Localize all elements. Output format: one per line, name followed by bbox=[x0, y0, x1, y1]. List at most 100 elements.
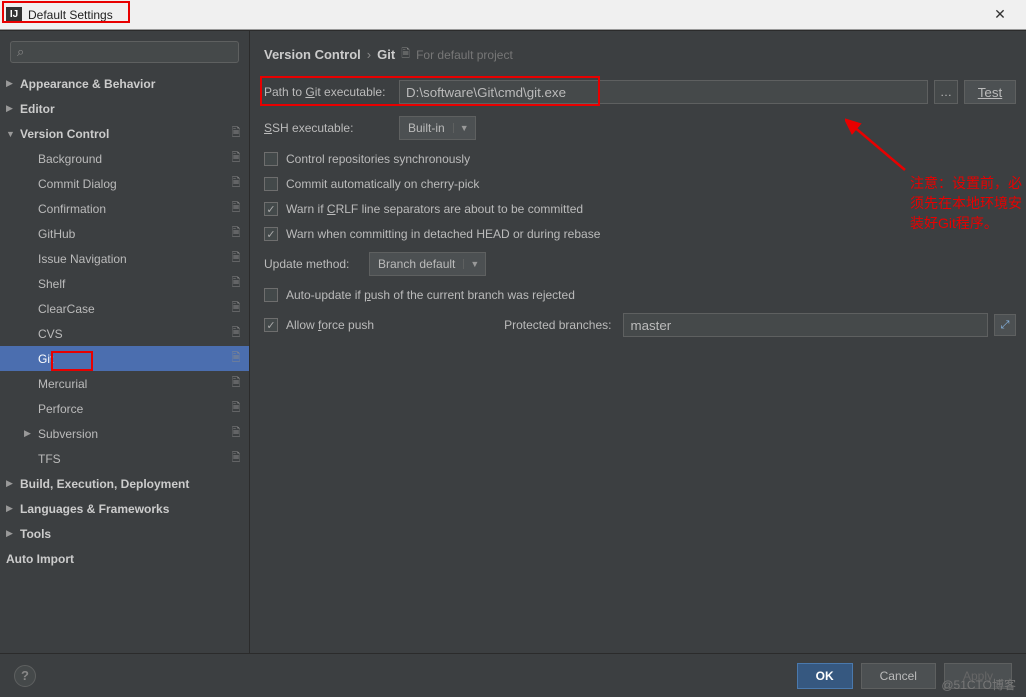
tree-arrow-icon: ▶ bbox=[6, 478, 20, 489]
expand-button[interactable]: ⤢ bbox=[994, 314, 1016, 336]
update-label: Update method: bbox=[264, 257, 369, 271]
test-button[interactable]: Test bbox=[964, 80, 1016, 104]
tree-item-label: Subversion bbox=[38, 427, 229, 441]
search-box[interactable]: ⌕ bbox=[10, 41, 239, 63]
tree-arrow-icon: ▶ bbox=[6, 503, 20, 514]
tree-item-label: Build, Execution, Deployment bbox=[20, 477, 249, 491]
tree-item-auto-import[interactable]: Auto Import bbox=[0, 546, 249, 571]
project-scope-icon: 🗎 bbox=[229, 302, 243, 316]
ok-button[interactable]: OK bbox=[797, 663, 853, 689]
tree-item-mercurial[interactable]: Mercurial🗎 bbox=[0, 371, 249, 396]
project-scope-icon: 🗎 bbox=[229, 252, 243, 266]
search-input[interactable] bbox=[28, 45, 232, 59]
chevron-down-icon: ▼ bbox=[463, 259, 479, 269]
tree-item-confirmation[interactable]: Confirmation🗎 bbox=[0, 196, 249, 221]
project-scope-icon: 🗎 bbox=[229, 227, 243, 241]
search-icon: ⌕ bbox=[17, 44, 24, 60]
tree-item-label: ClearCase bbox=[38, 302, 229, 316]
tree-item-label: Confirmation bbox=[38, 202, 229, 216]
cb-detached-label: Warn when committing in detached HEAD or… bbox=[286, 227, 600, 241]
checkbox-cherry[interactable] bbox=[264, 177, 278, 191]
tree-item-background[interactable]: Background🗎 bbox=[0, 146, 249, 171]
close-icon[interactable]: ✕ bbox=[980, 6, 1020, 23]
tree-item-label: GitHub bbox=[38, 227, 229, 241]
tree-item-label: Editor bbox=[20, 102, 249, 116]
project-scope-icon: 🗎 bbox=[229, 427, 243, 441]
tree-item-languages-frameworks[interactable]: ▶Languages & Frameworks bbox=[0, 496, 249, 521]
checkbox-sync[interactable] bbox=[264, 152, 278, 166]
ssh-dropdown[interactable]: Built-in ▼ bbox=[399, 116, 476, 140]
settings-tree: ▶Appearance & Behavior▶Editor▼Version Co… bbox=[0, 71, 249, 653]
dialog-body: ⌕ ▶Appearance & Behavior▶Editor▼Version … bbox=[0, 30, 1026, 653]
titlebar: IJ Default Settings ✕ bbox=[0, 0, 1026, 30]
browse-button[interactable]: … bbox=[934, 80, 958, 104]
cb-cherry-label: Commit automatically on cherry-pick bbox=[286, 177, 479, 191]
tree-arrow-icon: ▶ bbox=[6, 103, 20, 114]
tree-arrow-icon: ▶ bbox=[24, 428, 38, 439]
tree-item-label: Shelf bbox=[38, 277, 229, 291]
tree-arrow-icon: ▶ bbox=[6, 78, 20, 89]
update-dropdown[interactable]: Branch default ▼ bbox=[369, 252, 486, 276]
chevron-right-icon: › bbox=[367, 47, 371, 62]
cb-autoupdate-row: Auto-update if push of the current branc… bbox=[264, 288, 1016, 302]
tree-item-perforce[interactable]: Perforce🗎 bbox=[0, 396, 249, 421]
breadcrumb-page: Git bbox=[377, 47, 395, 62]
watermark: @51CTO博客 bbox=[941, 676, 1016, 693]
help-button[interactable]: ? bbox=[14, 665, 36, 687]
breadcrumb-scope: For default project bbox=[416, 48, 513, 62]
app-icon: IJ bbox=[6, 7, 22, 23]
tree-item-version-control[interactable]: ▼Version Control🗎 bbox=[0, 121, 249, 146]
checkbox-force[interactable] bbox=[264, 318, 278, 332]
tree-item-github[interactable]: GitHub🗎 bbox=[0, 221, 249, 246]
tree-item-label: Issue Navigation bbox=[38, 252, 229, 266]
tree-item-subversion[interactable]: ▶Subversion🗎 bbox=[0, 421, 249, 446]
tree-item-label: Mercurial bbox=[38, 377, 229, 391]
checkbox-autoupdate[interactable] bbox=[264, 288, 278, 302]
tree-item-tools[interactable]: ▶Tools bbox=[0, 521, 249, 546]
tree-item-build-execution-deployment[interactable]: ▶Build, Execution, Deployment bbox=[0, 471, 249, 496]
tree-item-label: Git bbox=[38, 352, 229, 366]
protected-input[interactable] bbox=[623, 313, 988, 337]
tree-item-issue-navigation[interactable]: Issue Navigation🗎 bbox=[0, 246, 249, 271]
project-scope-icon: 🗎 bbox=[401, 45, 410, 64]
project-scope-icon: 🗎 bbox=[229, 202, 243, 216]
tree-item-clearcase[interactable]: ClearCase🗎 bbox=[0, 296, 249, 321]
tree-item-appearance-behavior[interactable]: ▶Appearance & Behavior bbox=[0, 71, 249, 96]
exe-label: Path to Git executable: bbox=[264, 85, 399, 99]
tree-item-editor[interactable]: ▶Editor bbox=[0, 96, 249, 121]
git-exe-input[interactable] bbox=[399, 80, 928, 104]
cb-sync-label: Control repositories synchronously bbox=[286, 152, 470, 166]
cb-crlf-label: Warn if CRLF line separators are about t… bbox=[286, 202, 583, 216]
checkbox-crlf[interactable] bbox=[264, 202, 278, 216]
cb-detached-row: Warn when committing in detached HEAD or… bbox=[264, 227, 1016, 241]
protected-label: Protected branches: bbox=[504, 318, 611, 332]
cb-sync-row: Control repositories synchronously bbox=[264, 152, 1016, 166]
settings-sidebar: ⌕ ▶Appearance & Behavior▶Editor▼Version … bbox=[0, 31, 250, 653]
update-method-row: Update method: Branch default ▼ bbox=[264, 252, 1016, 276]
project-scope-icon: 🗎 bbox=[229, 177, 243, 191]
checkbox-detached[interactable] bbox=[264, 227, 278, 241]
ssh-value: Built-in bbox=[408, 121, 445, 135]
git-executable-row: Path to Git executable: … Test bbox=[264, 80, 1016, 104]
window-title: Default Settings bbox=[28, 8, 980, 22]
tree-item-label: Perforce bbox=[38, 402, 229, 416]
cb-cherry-row: Commit automatically on cherry-pick bbox=[264, 177, 1016, 191]
tree-item-shelf[interactable]: Shelf🗎 bbox=[0, 271, 249, 296]
dialog-footer: ? OK Cancel Apply bbox=[0, 653, 1026, 697]
tree-item-commit-dialog[interactable]: Commit Dialog🗎 bbox=[0, 171, 249, 196]
tree-item-cvs[interactable]: CVS🗎 bbox=[0, 321, 249, 346]
project-scope-icon: 🗎 bbox=[229, 377, 243, 391]
cb-autoupdate-label: Auto-update if push of the current branc… bbox=[286, 288, 575, 302]
tree-item-git[interactable]: Git🗎 bbox=[0, 346, 249, 371]
tree-item-label: Tools bbox=[20, 527, 249, 541]
tree-arrow-icon: ▼ bbox=[6, 129, 20, 139]
tree-item-tfs[interactable]: TFS🗎 bbox=[0, 446, 249, 471]
tree-item-label: Auto Import bbox=[6, 552, 249, 566]
project-scope-icon: 🗎 bbox=[229, 352, 243, 366]
cancel-button[interactable]: Cancel bbox=[861, 663, 936, 689]
breadcrumb-category: Version Control bbox=[264, 47, 361, 62]
tree-item-label: Background bbox=[38, 152, 229, 166]
tree-item-label: CVS bbox=[38, 327, 229, 341]
project-scope-icon: 🗎 bbox=[229, 277, 243, 291]
project-scope-icon: 🗎 bbox=[229, 152, 243, 166]
